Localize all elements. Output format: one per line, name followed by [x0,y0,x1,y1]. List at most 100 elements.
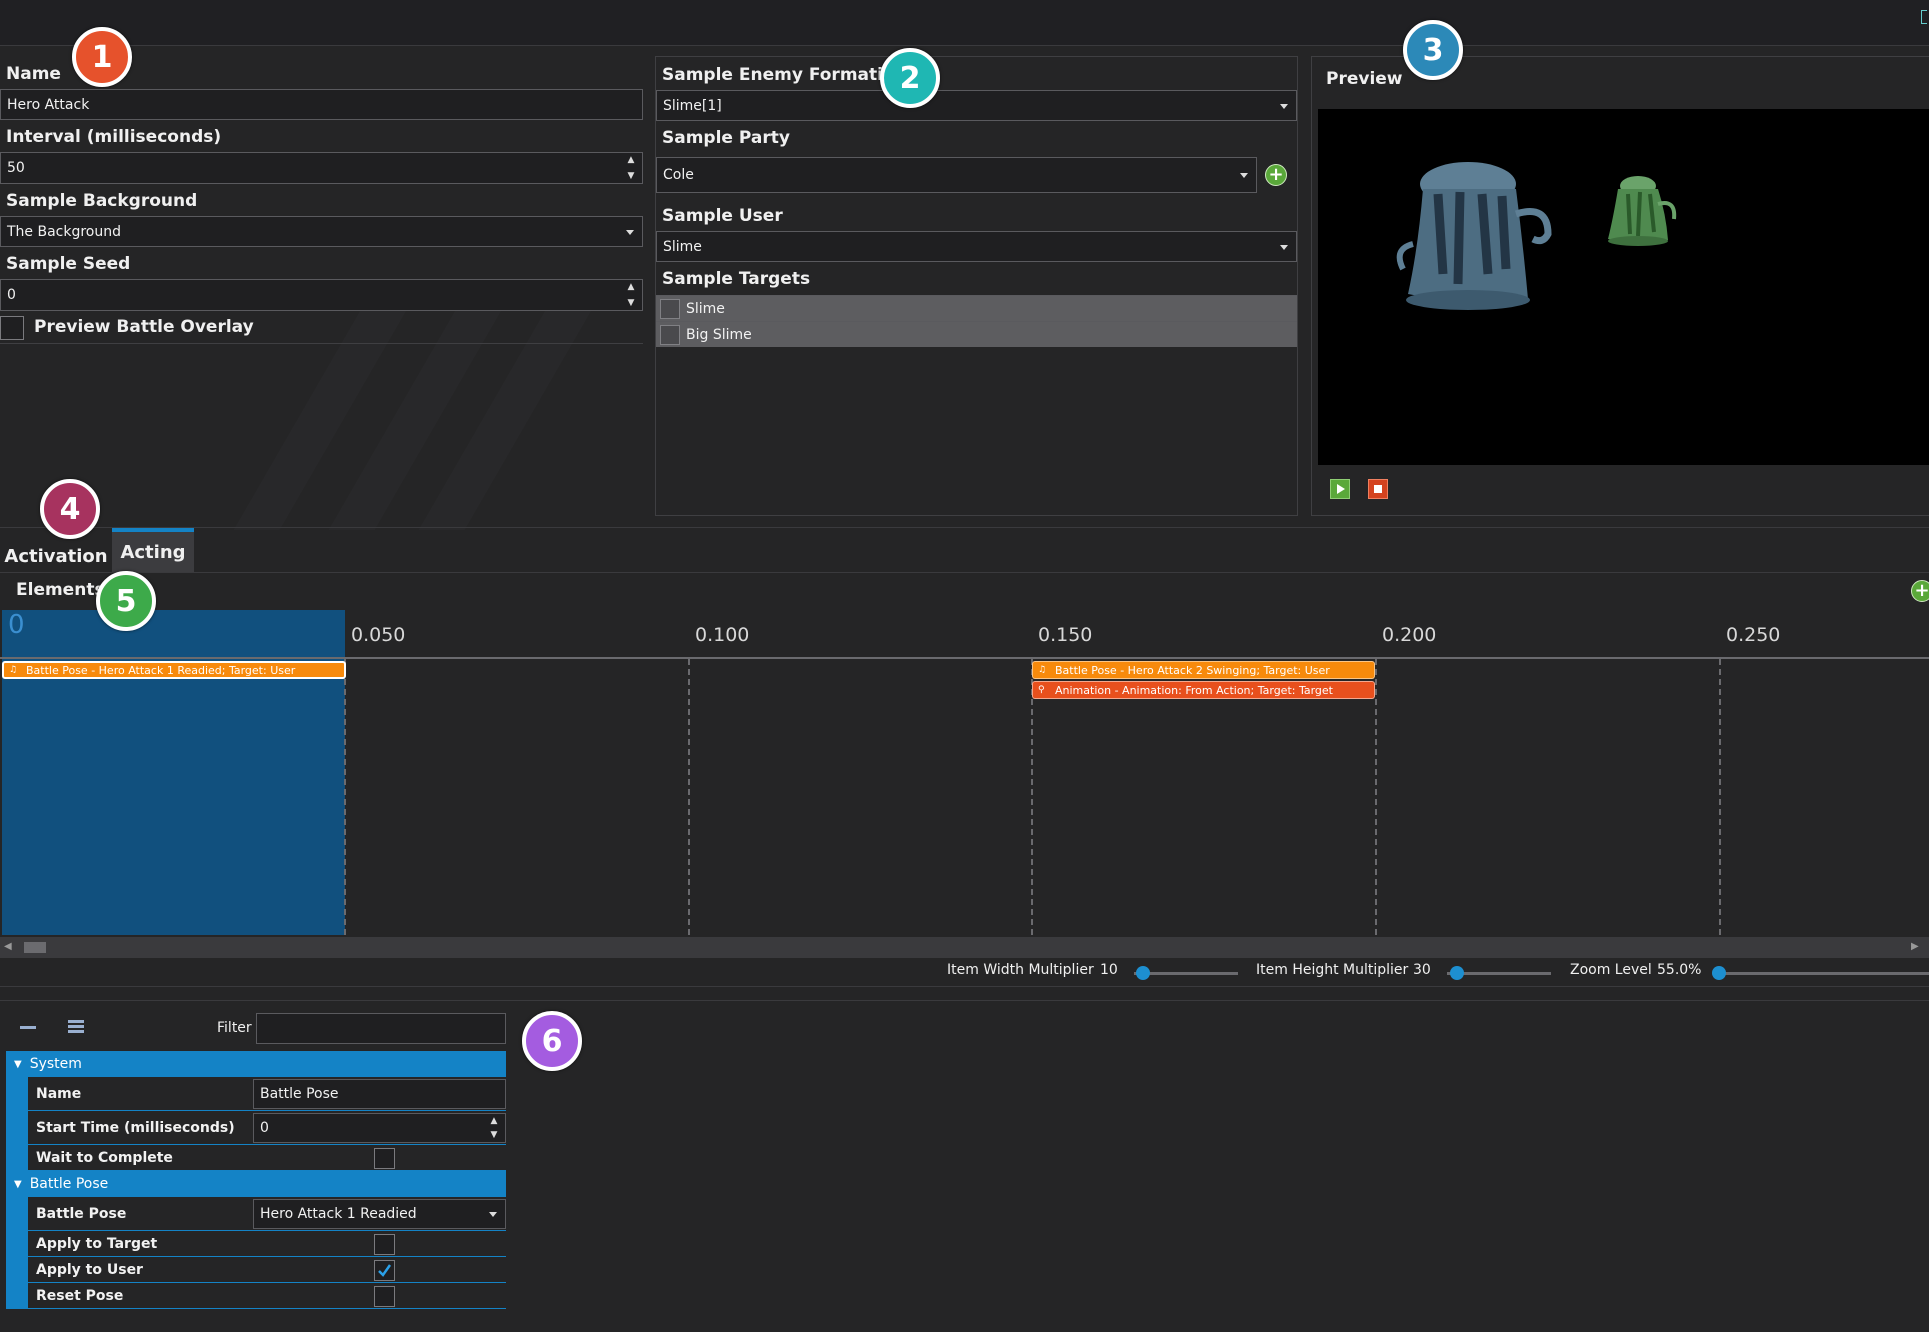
categorize-icon[interactable] [68,1020,84,1034]
play-icon[interactable] [1330,479,1350,499]
callout-badge: 2 [880,48,940,108]
window-corner-icon [1921,10,1927,24]
preview-scene [1396,162,1677,310]
checkmark-icon [378,1264,392,1277]
apply-target-checkbox[interactable] [374,1234,395,1255]
chevron-down-icon [489,1212,497,1217]
timeline-element-bar[interactable]: ♫ Battle Pose - Hero Attack 2 Swinging; … [1032,661,1375,679]
filter-input[interactable] [256,1013,506,1044]
width-multiplier-label: Item Width Multiplier [947,962,1094,978]
zoom-level-value: 55.0% [1657,962,1702,978]
collapse-all-icon[interactable] [20,1026,36,1029]
horizontal-scrollbar[interactable]: ◀ ▶ [0,937,1929,958]
height-multiplier-value: 30 [1413,962,1431,978]
formation-value: Slime[1] [663,97,722,114]
grid-line [1719,659,1721,935]
property-row: Wait to Complete [28,1145,506,1171]
interval-value: 50 [7,160,25,176]
tab-acting[interactable]: Acting [112,528,194,572]
divider [0,572,1929,573]
chevron-down-icon [1280,244,1288,250]
start-time-stepper[interactable]: 0 ▲ ▼ [253,1113,506,1143]
spin-buttons[interactable]: ▲ ▼ [626,282,636,308]
tick-label: 0.250 [1726,624,1781,646]
timeline-element-bar[interactable]: ⚲ Animation - Animation: From Action; Ta… [1032,681,1375,699]
property-label: Name [36,1086,82,1102]
target-label: Big Slime [686,326,752,343]
tick-label: 0.150 [1038,624,1093,646]
scroll-right-icon[interactable]: ▶ [1911,941,1919,952]
expand-icon[interactable]: ▼ [14,1059,22,1070]
property-grid: ▼ System Name Battle Pose Start Time (mi… [6,1051,506,1309]
music-note-icon: ♫ [9,665,18,675]
bar-label: Battle Pose - Hero Attack 1 Readied; Tar… [26,663,296,677]
property-label: Start Time (milliseconds) [36,1120,235,1136]
sample-panel: Sample Enemy Formation Slime[1] Sample P… [655,56,1298,516]
scrollbar-thumb[interactable] [24,942,46,953]
formation-select[interactable]: Slime[1] [656,90,1297,121]
tick-label: 0.100 [695,624,750,646]
background-value: The Background [7,223,122,240]
seed-stepper[interactable]: 0 ▲ ▼ [0,279,643,311]
divider [0,527,1929,528]
battle-pose-select[interactable]: Hero Attack 1 Readied [253,1199,506,1229]
divider [0,986,1929,987]
formation-label: Sample Enemy Formation [662,65,907,85]
callout-badge: 4 [40,479,100,539]
width-slider-thumb[interactable] [1136,966,1150,980]
background-select[interactable]: The Background [0,216,643,247]
property-row: Apply to User [28,1257,506,1283]
preview-canvas[interactable] [1318,109,1929,465]
timeline[interactable]: 0 0.050 0.100 0.150 0.200 0.250 ♫ Battle… [0,610,1929,935]
callout-badge: 6 [522,1011,582,1071]
expand-icon[interactable]: ▼ [14,1179,22,1190]
timeline-element-bar[interactable]: ♫ Battle Pose - Hero Attack 1 Readied; T… [2,661,346,679]
divider [0,343,643,344]
bar-label: Battle Pose - Hero Attack 2 Swinging; Ta… [1055,663,1330,677]
add-party-icon[interactable]: + [1265,164,1287,186]
property-label: Wait to Complete [36,1150,173,1166]
list-item[interactable]: Big Slime [656,321,1297,347]
spin-buttons[interactable]: ▲ ▼ [626,155,636,181]
battle-pose-category[interactable]: ▼ Battle Pose [6,1171,506,1197]
preview-title: Preview [1326,69,1403,89]
start-marker: 0 [8,610,25,640]
target-checkbox[interactable] [660,324,680,345]
wait-checkbox[interactable] [374,1148,395,1169]
grid-line [1375,659,1377,935]
targets-list: Slime Big Slime [656,295,1297,347]
height-slider-thumb[interactable] [1450,966,1464,980]
tab-activation[interactable]: Activation [4,540,107,572]
party-select[interactable]: Cole [656,157,1257,193]
element-name-field[interactable]: Battle Pose [253,1079,506,1109]
system-category[interactable]: ▼ System [6,1051,506,1077]
slime-sprite-large [1396,162,1552,310]
tick-label: 0.200 [1382,624,1437,646]
property-row: Apply to Target [28,1231,506,1257]
zoom-level-slider[interactable] [1713,972,1929,975]
target-checkbox[interactable] [660,298,680,319]
interval-stepper[interactable]: 50 ▲ ▼ [0,152,643,184]
scroll-left-icon[interactable]: ◀ [4,941,12,952]
filter-label: Filter [217,1020,252,1036]
user-label: Sample User [662,206,783,226]
property-row: Battle Pose Hero Attack 1 Readied [28,1197,506,1231]
list-item[interactable]: Slime [656,295,1297,321]
height-multiplier-label: Item Height Multiplier [1256,962,1409,978]
stop-icon[interactable] [1368,479,1388,499]
reset-pose-checkbox[interactable] [374,1286,395,1307]
user-select[interactable]: Slime [656,231,1297,262]
apply-user-checkbox[interactable] [374,1260,395,1281]
spin-buttons[interactable]: ▲ ▼ [489,1116,499,1140]
target-label: Slime [686,300,725,317]
preview-panel: Preview [1311,56,1929,516]
chevron-down-icon [1280,103,1288,109]
start-time-value: 0 [260,1120,269,1136]
callout-badge: 1 [72,27,132,87]
system-header: System [29,1056,82,1072]
overlay-checkbox[interactable] [0,316,24,340]
name-field[interactable]: Hero Attack [0,89,643,120]
zoom-slider-thumb[interactable] [1712,966,1726,980]
add-element-icon[interactable]: + [1911,580,1929,602]
grid-line [344,659,346,935]
